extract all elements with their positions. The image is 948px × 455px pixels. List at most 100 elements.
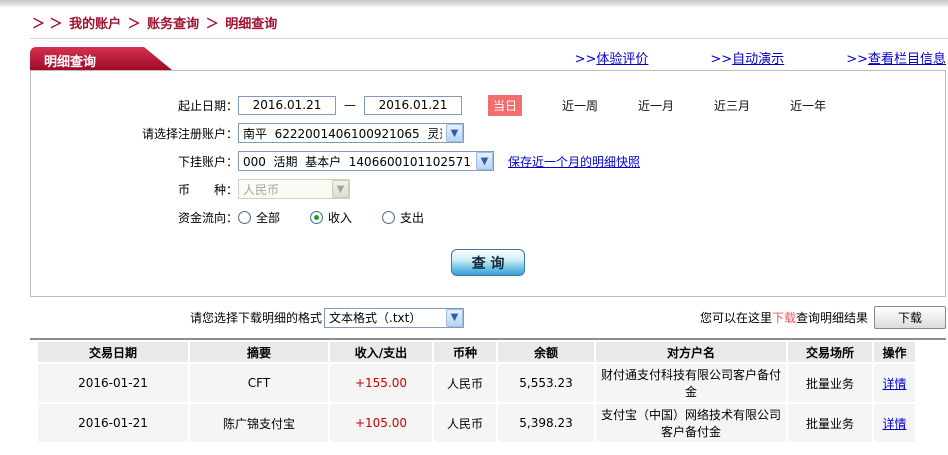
flow-option-income-label: 收入 (328, 209, 352, 226)
radio-unchecked-icon[interactable] (238, 211, 251, 224)
save-monthly-snapshot-link[interactable]: 保存近一个月的明细快照 (508, 153, 640, 170)
download-button[interactable]: 下载 (874, 306, 946, 329)
cell-amount: +155.00 (330, 364, 432, 402)
quick-range-today-button[interactable]: 当日 (488, 95, 522, 116)
cell-summary: CFT (190, 364, 328, 402)
cell-venue: 批量业务 (788, 404, 872, 442)
radio-checked-icon[interactable] (310, 211, 323, 224)
quick-range-week-button[interactable]: 近一周 (562, 97, 598, 114)
cell-currency: 人民币 (434, 404, 496, 442)
download-row: 请您选择下载明细的格式 文本格式（.txt） ▼ 您可以在这里下载查询明细结果 … (30, 297, 946, 338)
transaction-table: 交易日期 摘要 收入/支出 币种 余额 对方户名 交易场所 操作 2016-01… (36, 340, 917, 444)
col-header-summary: 摘要 (190, 342, 328, 362)
download-hint-post: 查询明细结果 (796, 309, 868, 326)
download-format-value: 文本格式（.txt） (329, 309, 442, 326)
dropdown-arrow-icon[interactable]: ▼ (446, 309, 463, 327)
table-row: 2016-01-21 CFT +155.00 人民币 5,553.23 财付通支… (38, 364, 915, 402)
breadcrumb-item-detail-query: 明细查询 (225, 17, 277, 32)
detail-link[interactable]: 详情 (882, 417, 906, 431)
header-links: >>体验评价 >>自动演示 >>查看栏目信息 (513, 48, 946, 70)
breadcrumb-prefix: ＞ ＞ (32, 17, 63, 32)
download-format-label: 请您选择下载明细的格式 (190, 309, 322, 326)
flow-option-all[interactable]: 全部 (238, 209, 280, 226)
fund-flow-options: 全部 收入 支出 (238, 209, 454, 226)
breadcrumb-item-account-query[interactable]: 账务查询 (147, 17, 199, 32)
breadcrumb-divider (30, 38, 948, 39)
fund-flow-row: 资金流向： 全部 收入 支出 (31, 203, 945, 231)
cell-balance: 5,398.23 (498, 404, 594, 442)
registered-account-select[interactable]: 南平 6222001406100921065 灵通卡 ▼ (238, 123, 464, 143)
cell-amount: +105.00 (330, 404, 432, 442)
link-view-column-info[interactable]: >>查看栏目信息 (846, 48, 946, 67)
radio-unchecked-icon[interactable] (382, 211, 395, 224)
cell-trade-date: 2016-01-21 (38, 404, 188, 442)
breadcrumb: ＞ ＞ 我的账户 ＞ 账务查询 ＞ 明细查询 (0, 7, 948, 38)
currency-row: 币 种： 人民币 ▼ (31, 175, 945, 203)
date-dash: — (344, 98, 356, 112)
col-header-currency: 币种 (434, 342, 496, 362)
tab-bar: 明细查询 >>体验评价 >>自动演示 >>查看栏目信息 (30, 47, 946, 70)
download-hint-pre: 您可以在这里 (700, 309, 772, 326)
flow-option-expense-label: 支出 (400, 209, 424, 226)
breadcrumb-item-my-account[interactable]: 我的账户 (69, 17, 121, 32)
col-header-counterparty: 对方户名 (596, 342, 786, 362)
date-from-input[interactable] (238, 96, 336, 115)
col-header-balance: 余额 (498, 342, 594, 362)
query-form-panel: 起止日期： — 当日 近一周 近一月 近三月 近一年 请选择注册账户： 南平 6… (30, 70, 946, 297)
quick-range-quarter-button[interactable]: 近三月 (714, 97, 750, 114)
sub-account-select[interactable]: 000 活期 基本户 1406600101102571848 ▼ (238, 151, 494, 171)
col-header-amount: 收入/支出 (330, 342, 432, 362)
currency-value: 人民币 (243, 181, 328, 198)
breadcrumb-separator: ＞ (128, 17, 141, 32)
detail-link[interactable]: 详情 (882, 377, 906, 391)
cell-action: 详情 (874, 364, 915, 402)
query-button-row: 查 询 (31, 249, 945, 276)
col-header-action: 操作 (874, 342, 915, 362)
cell-counterparty: 支付宝（中国）网络技术有限公司客户备付金 (596, 404, 786, 442)
breadcrumb-separator: ＞ (206, 17, 219, 32)
sub-account-value: 000 活期 基本户 1406600101102571848 (243, 153, 472, 170)
link-label: 查看栏目信息 (868, 52, 946, 67)
col-header-trade-date: 交易日期 (38, 342, 188, 362)
currency-label: 币 种： (31, 181, 238, 198)
cell-venue: 批量业务 (788, 364, 872, 402)
registered-account-value: 南平 6222001406100921065 灵通卡 (243, 125, 442, 142)
cell-action: 详情 (874, 404, 915, 442)
date-range-label: 起止日期： (31, 97, 238, 114)
col-header-venue: 交易场所 (788, 342, 872, 362)
query-button[interactable]: 查 询 (451, 249, 525, 276)
flow-option-all-label: 全部 (256, 209, 280, 226)
link-experience-rating[interactable]: >>体验评价 (575, 48, 649, 67)
dropdown-arrow-icon[interactable]: ▼ (476, 152, 493, 170)
registered-account-row: 请选择注册账户： 南平 6222001406100921065 灵通卡 ▼ (31, 119, 945, 147)
quick-range-year-button[interactable]: 近一年 (790, 97, 826, 114)
table-header-row: 交易日期 摘要 收入/支出 币种 余额 对方户名 交易场所 操作 (38, 342, 915, 362)
download-hint-link[interactable]: 下载 (772, 309, 796, 326)
quick-range-month-button[interactable]: 近一月 (638, 97, 674, 114)
link-label: 自动演示 (732, 52, 784, 67)
tab-detail-query[interactable]: 明细查询 (30, 47, 172, 70)
dropdown-arrow-icon[interactable]: ▼ (446, 124, 463, 142)
cell-trade-date: 2016-01-21 (38, 364, 188, 402)
dropdown-arrow-icon: ▼ (332, 180, 349, 198)
date-to-input[interactable] (364, 96, 462, 115)
registered-account-label: 请选择注册账户： (31, 125, 238, 142)
top-gradient-strip (0, 0, 948, 7)
cell-currency: 人民币 (434, 364, 496, 402)
cell-balance: 5,553.23 (498, 364, 594, 402)
fund-flow-label: 资金流向： (31, 209, 238, 226)
download-hint-group: 您可以在这里下载查询明细结果 下载 (700, 306, 946, 329)
download-format-group: 请您选择下载明细的格式 文本格式（.txt） ▼ (190, 308, 464, 328)
flow-option-expense[interactable]: 支出 (382, 209, 424, 226)
table-row: 2016-01-21 陈广锦支付宝 +105.00 人民币 5,398.23 支… (38, 404, 915, 442)
download-format-select[interactable]: 文本格式（.txt） ▼ (324, 308, 464, 328)
cell-counterparty: 财付通支付科技有限公司客户备付金 (596, 364, 786, 402)
link-auto-demo[interactable]: >>自动演示 (710, 48, 784, 67)
date-range-row: 起止日期： — 当日 近一周 近一月 近三月 近一年 (31, 91, 945, 119)
flow-option-income[interactable]: 收入 (310, 209, 352, 226)
link-prefix: >> (710, 52, 732, 67)
link-prefix: >> (846, 52, 868, 67)
link-prefix: >> (575, 52, 597, 67)
sub-account-row: 下挂账户： 000 活期 基本户 1406600101102571848 ▼ 保… (31, 147, 945, 175)
currency-select-disabled: 人民币 ▼ (238, 179, 350, 199)
